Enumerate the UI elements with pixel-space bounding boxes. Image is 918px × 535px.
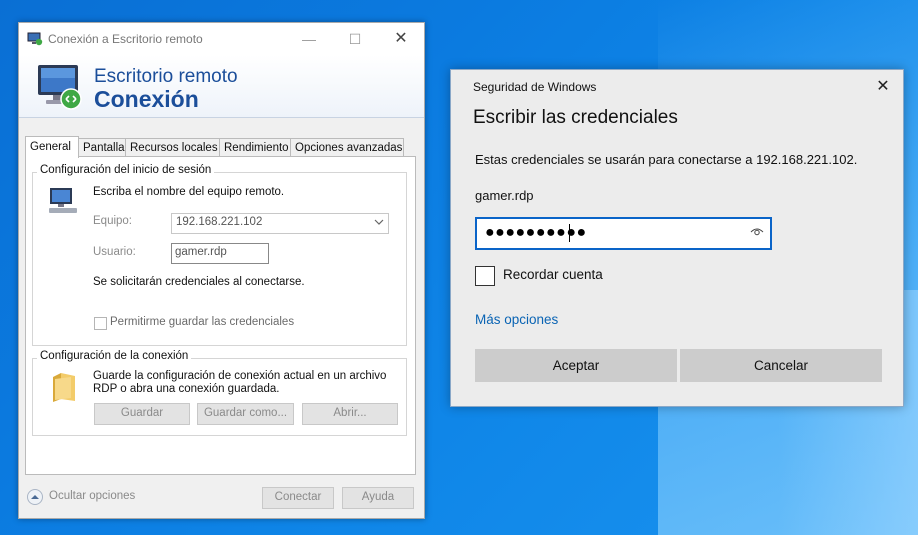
tab-rendimiento[interactable]: Rendimiento [219, 138, 291, 157]
security-dialog-title: Seguridad de Windows [473, 80, 597, 94]
windows-security-dialog: Seguridad de Windows ✕ Escribir las cred… [450, 69, 904, 407]
tab-recursos-locales[interactable]: Recursos locales [125, 138, 220, 157]
credentials-note: Se solicitarán credenciales al conectars… [93, 276, 305, 288]
tab-general[interactable]: General [25, 136, 79, 158]
remember-account-checkbox[interactable] [475, 266, 495, 286]
save-credentials-label: Permitirme guardar las credenciales [110, 316, 295, 328]
user-field[interactable]: gamer.rdp [171, 243, 269, 264]
text-caret [569, 224, 570, 242]
logon-settings-group: Configuración del inicio de sesión Escri… [32, 164, 407, 346]
help-button[interactable]: Ayuda [342, 487, 414, 509]
maximize-button[interactable]: ☐ [332, 23, 378, 55]
banner-title: Conexión [94, 86, 199, 112]
remote-desktop-icon [27, 32, 43, 46]
username-display: gamer.rdp [475, 188, 534, 203]
connection-settings-group: Configuración de la conexión Guarde la c… [32, 350, 407, 436]
cancel-button[interactable]: Cancelar [680, 349, 882, 382]
password-field[interactable]: ●●●●●●●●●● [475, 217, 772, 250]
chevron-up-icon [27, 489, 43, 505]
password-value: ●●●●●●●●●● [485, 224, 587, 241]
open-button[interactable]: Abrir... [302, 403, 398, 425]
connection-description-line1: Guarde la configuración de conexión actu… [93, 370, 387, 382]
computer-combobox-value: 192.168.221.102 [176, 216, 263, 228]
more-options-link[interactable]: Más opciones [475, 312, 558, 327]
folder-icon [53, 373, 75, 402]
connection-description-line2: RDP o abra una conexión guardada. [93, 383, 280, 395]
user-field-value: gamer.rdp [175, 246, 227, 258]
tab-pantalla[interactable]: Pantalla [78, 138, 126, 157]
general-tab-panel: Configuración del inicio de sesión Escri… [25, 156, 416, 475]
close-icon[interactable]: ✕ [869, 76, 897, 98]
rdp-banner: Escritorio remoto Conexión [19, 55, 424, 118]
logon-instruction: Escriba el nombre del equipo remoto. [93, 186, 285, 198]
remote-desktop-icon [38, 65, 82, 110]
computer-icon [49, 188, 77, 213]
security-dialog-message: Estas credenciales se usarán para conect… [475, 152, 858, 167]
remember-account-label[interactable]: Recordar cuenta [503, 267, 603, 282]
logon-group-title: Configuración del inicio de sesión [37, 164, 215, 176]
eye-icon[interactable] [750, 227, 764, 237]
tab-opciones-avanzadas[interactable]: Opciones avanzadas [290, 138, 404, 157]
security-dialog-heading: Escribir las credenciales [473, 107, 678, 128]
computer-label: Equipo: [93, 215, 133, 227]
save-button[interactable]: Guardar [94, 403, 190, 425]
chevron-down-icon [374, 219, 384, 225]
rdp-window-title: Conexión a Escritorio remoto [48, 32, 203, 46]
save-credentials-checkbox[interactable] [94, 317, 107, 330]
rdp-titlebar[interactable]: Conexión a Escritorio remoto — ☐ ✕ [19, 23, 424, 55]
remote-desktop-window: Conexión a Escritorio remoto — ☐ ✕ Escri… [18, 22, 425, 519]
minimize-button[interactable]: — [286, 23, 332, 55]
ok-button[interactable]: Aceptar [475, 349, 677, 382]
hide-options-label: Ocultar opciones [49, 490, 136, 502]
user-label: Usuario: [93, 246, 136, 258]
computer-combobox[interactable]: 192.168.221.102 [171, 213, 389, 234]
connect-button[interactable]: Conectar [262, 487, 334, 509]
connection-group-title: Configuración de la conexión [37, 350, 192, 362]
banner-subtitle: Escritorio remoto [94, 66, 238, 87]
close-button[interactable]: ✕ [378, 23, 424, 55]
save-as-button[interactable]: Guardar como... [197, 403, 294, 425]
